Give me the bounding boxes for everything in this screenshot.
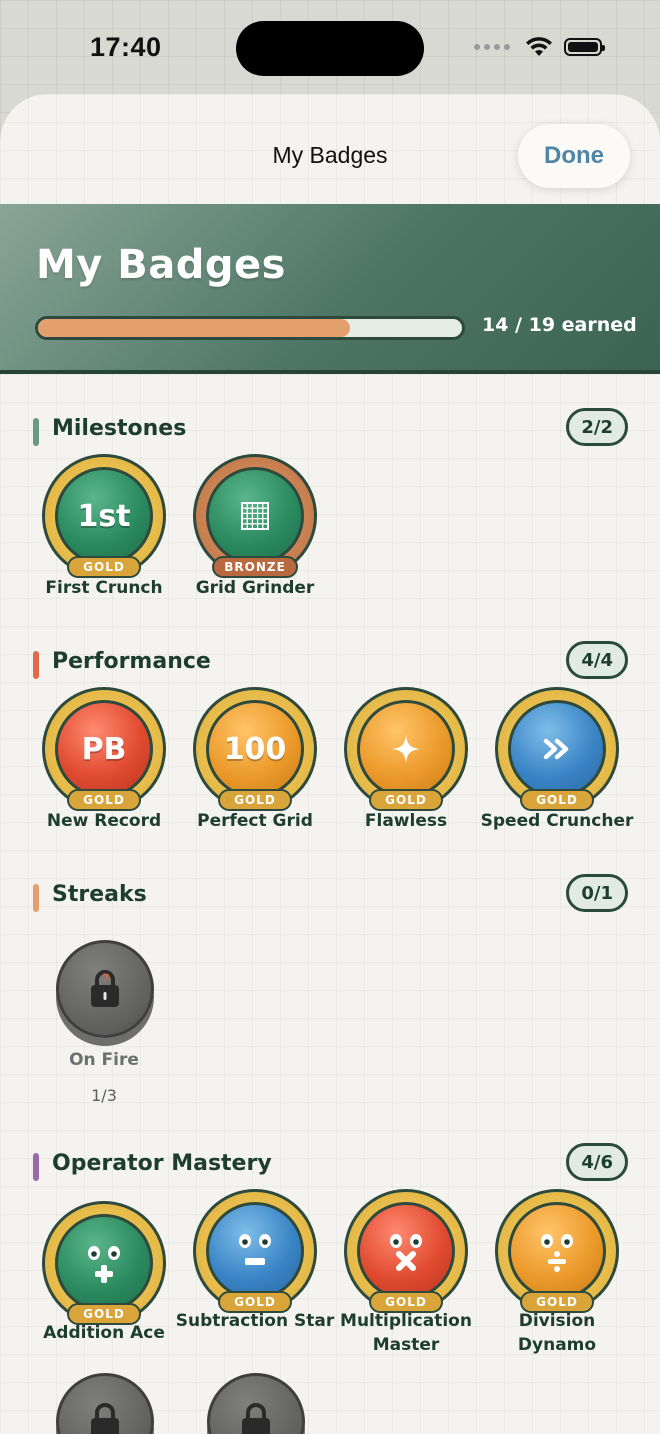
badge-disc [55,1214,153,1312]
section-title: Performance [52,649,211,674]
badge-tier: GOLD [218,789,292,811]
badge-name: Division Dynamo [517,1311,597,1355]
badges-earned-label: 14 / 19 earned [482,314,637,336]
badge-name: Perfect Grid [197,811,313,831]
status-time: 17:40 [90,32,162,62]
badge-name: New Record [46,811,162,831]
badge-symbol: 100 [223,731,287,767]
badge-disc: 100 [206,700,304,798]
badge-tier: GOLD [369,789,443,811]
status-bar: 17:40 [0,0,660,95]
fast-forward-icon [543,738,569,760]
badge-disc [206,1202,304,1300]
section-title: Operator Mastery [52,1151,272,1176]
badge-name: First Crunch [45,578,163,598]
grid-icon [241,502,269,530]
badge-symbol: PB [81,731,127,767]
badge-name: Flawless [364,811,448,831]
section-marker [33,651,39,679]
battery-icon [564,38,605,56]
sparkle-icon [392,735,420,763]
section-marker [33,884,39,912]
section-count-badge: 4/6 [566,1143,628,1181]
status-icons [474,36,605,58]
signal-dots-icon [474,44,510,50]
divide-icon [541,1234,573,1272]
badge-name: Multiplication Master [340,1311,472,1355]
hero-title: My Badges [36,242,286,288]
badge-tier: GOLD [67,556,141,578]
badge-disc [206,467,304,565]
badge-symbol: 1st [77,498,131,534]
section-count-badge: 2/2 [566,408,628,446]
section-title: Streaks [52,882,147,907]
badge-disc [508,1202,606,1300]
badge-disc [508,700,606,798]
badge-tier: GOLD [520,789,594,811]
hero-header: My Badges 14 / 19 earned [0,204,660,374]
locked-badge-disc [207,1373,305,1434]
badges-progress-bar [35,316,465,340]
locked-badge-disc [56,940,154,1038]
badge-name: Addition Ace [43,1323,165,1343]
badge-tier: BRONZE [212,556,298,578]
badge-disc: 1st [55,467,153,565]
done-button[interactable]: Done [518,124,630,188]
dynamic-island [236,21,424,76]
section-count-badge: 4/4 [566,641,628,679]
lock-icon [242,1403,270,1434]
locked-badge-disc [56,1373,154,1434]
badges-progress-fill [38,319,351,337]
lock-icon [91,970,119,1007]
multiply-icon [390,1234,422,1271]
wifi-icon [526,37,552,56]
badge-disc [357,1202,455,1300]
badge-name: Speed Cruncher [480,811,634,831]
badge-name: Grid Grinder [195,578,315,598]
badge-progress: 1/3 [91,1086,117,1105]
badge-tier: GOLD [67,789,141,811]
section-marker [33,1153,39,1181]
badge-name: On Fire [69,1050,139,1070]
badge-disc: PB [55,700,153,798]
plus-icon [88,1246,120,1283]
section-title: Milestones [52,416,187,441]
badges-sheet: My Badges Done My Badges 14 / 19 earned … [0,94,660,1434]
badge-disc [357,700,455,798]
lock-icon [91,1403,119,1434]
badge-name: Subtraction Star [175,1311,335,1331]
section-marker [33,418,39,446]
section-count-badge: 0/1 [566,874,628,912]
minus-icon [239,1234,271,1265]
